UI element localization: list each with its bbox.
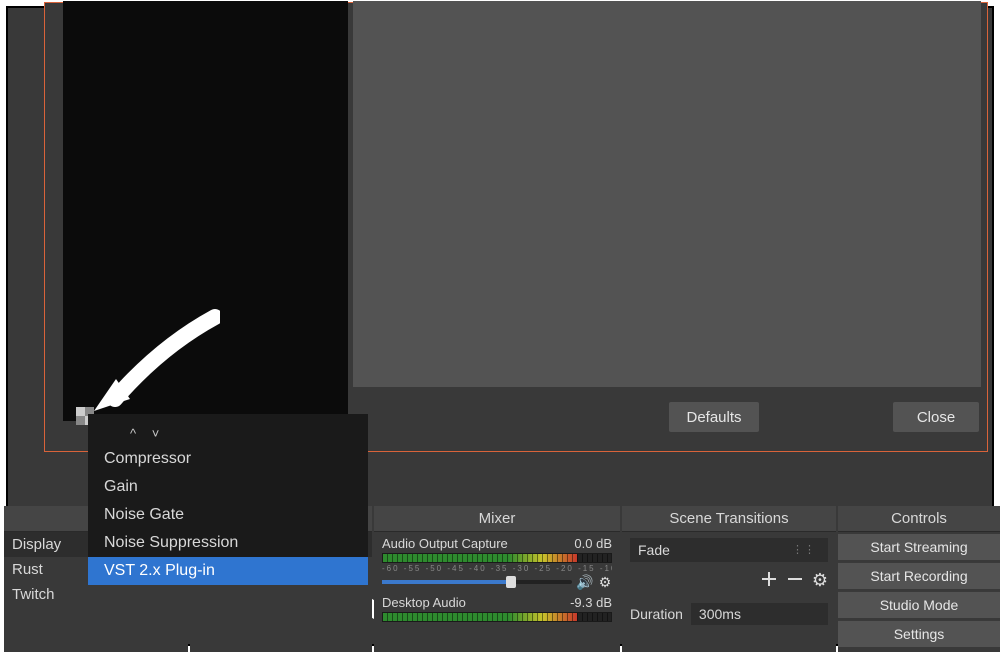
remove-transition-button[interactable] [786,570,804,593]
gear-icon[interactable]: ⚙ [598,575,612,589]
mixer-channel: Desktop Audio -9.3 dB [382,595,612,622]
settings-button[interactable]: Settings [838,620,1000,647]
menu-item-gain[interactable]: Gain [88,473,368,501]
meter-ticks: -60 -55 -50 -45 -40 -35 -30 -25 -20 -15 … [382,564,612,573]
mixer-channel-db: 0.0 dB [574,536,612,551]
defaults-button[interactable]: Defaults [669,402,759,432]
filter-list-area [63,1,348,421]
close-button[interactable]: Close [893,402,979,432]
app-window: Defaults Close ^ ˅ Compressor Gain Noise… [6,6,994,646]
mixer-channel-name: Desktop Audio [382,595,466,610]
mixer-dock: Mixer Audio Output Capture 0.0 dB -60 -5… [374,506,620,652]
level-meter [382,612,612,622]
mixer-channel-name: Audio Output Capture [382,536,508,551]
studio-mode-button[interactable]: Studio Mode [838,591,1000,618]
transition-selected-label: Fade [638,542,670,558]
dropdown-handle-icon: ⋮⋮ [792,547,820,553]
level-meter [382,553,612,563]
duration-input[interactable]: 300ms [691,603,828,625]
menu-scroll-indicators: ^ ˅ [88,424,368,445]
scene-label: Display [12,536,61,553]
menu-item-vst-plugin[interactable]: VST 2.x Plug-in [88,557,368,585]
mixer-channel-db: -9.3 dB [570,595,612,610]
mixer-header: Mixer [374,506,620,532]
filter-preview-area [353,1,981,387]
transition-settings-button[interactable]: ⚙ [812,570,828,593]
mixer-channel: Audio Output Capture 0.0 dB -60 -55 -50 … [382,536,612,589]
speaker-icon[interactable]: 🔊 [578,575,592,589]
duration-value: 300ms [699,606,741,622]
scene-label: Rust [12,561,43,578]
add-filter-menu: ^ ˅ Compressor Gain Noise Gate Noise Sup… [88,414,368,585]
start-recording-button[interactable]: Start Recording [838,562,1000,589]
volume-slider[interactable] [382,580,572,584]
duration-label: Duration [630,606,683,622]
menu-item-noise-gate[interactable]: Noise Gate [88,501,368,529]
transitions-dock: Scene Transitions Fade ⋮⋮ ⚙ Duration 300… [622,506,836,652]
scene-label: Twitch [12,586,55,603]
menu-item-noise-suppression[interactable]: Noise Suppression [88,529,368,557]
transition-select[interactable]: Fade ⋮⋮ [630,538,828,562]
start-streaming-button[interactable]: Start Streaming [838,534,1000,560]
add-transition-button[interactable] [760,570,778,593]
transitions-header: Scene Transitions [622,506,836,532]
menu-item-compressor[interactable]: Compressor [88,445,368,473]
controls-dock: Controls Start Streaming Start Recording… [838,506,1000,652]
scene-item[interactable]: Twitch [4,582,188,607]
filters-dialog: Defaults Close [44,2,988,452]
controls-header: Controls [838,506,1000,532]
